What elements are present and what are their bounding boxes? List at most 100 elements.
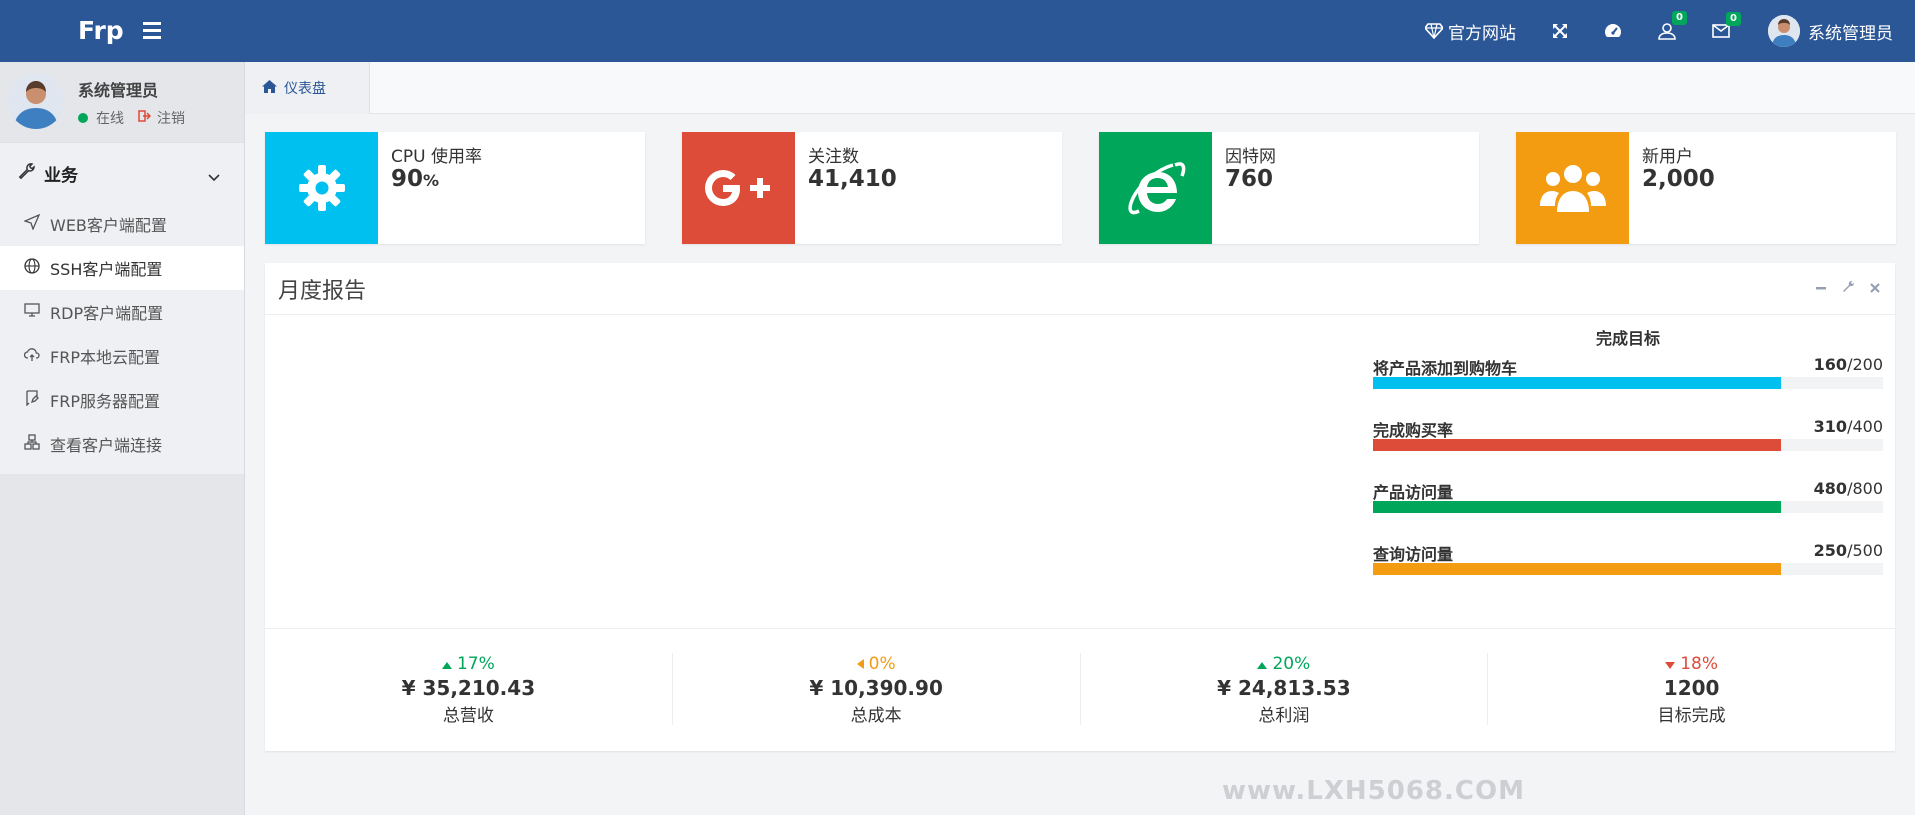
goal-progress-bar [1373, 377, 1781, 389]
sidebar-section-label: 业务 [44, 166, 78, 186]
sidebar-item-label: RDP客户端配置 [50, 304, 164, 323]
sidebar-item-frp-local-cloud[interactable]: FRP本地云配置 [0, 334, 244, 378]
users-icon [1516, 132, 1629, 244]
sidebar-menu: WEB客户端配置 SSH客户端配置 RDP客户端配置 FRP本地云配置 FRP服… [0, 202, 244, 474]
info-box-cpu: CPU 使用率 90% [265, 132, 645, 244]
goal-value: 480/800 [1813, 479, 1883, 498]
stat-label: 目标完成 [1657, 706, 1726, 726]
chevron-down-icon [208, 167, 220, 187]
status-label: 在线 [96, 111, 124, 127]
info-box-followers: 关注数 41,410 [682, 132, 1062, 244]
brand-logo[interactable]: Frp [78, 0, 124, 62]
goal-item: 查询访问量 250/500 [1373, 541, 1883, 603]
header-user-name: 系统管理员 [1808, 23, 1893, 44]
stat-label: 总利润 [1258, 706, 1310, 726]
info-box-value: 760 [1225, 166, 1274, 192]
messages-button[interactable]: 0 [1712, 12, 1741, 38]
stat-label: 总营收 [442, 706, 494, 726]
official-site-label: 官方网站 [1448, 23, 1516, 44]
diamond-icon [1425, 23, 1443, 39]
sidebar-item-ssh-client[interactable]: SSH客户端配置 [0, 246, 244, 290]
sidebar-item-rdp-client[interactable]: RDP客户端配置 [0, 290, 244, 334]
summary-stats: 17% ¥ 35,210.43 总营收 0% ¥ 10,390.90 总成本 2… [265, 653, 1895, 733]
close-icon[interactable] [1869, 279, 1881, 299]
dashboard-button[interactable] [1604, 23, 1622, 39]
goal-item: 将产品添加到购物车 160/200 [1373, 355, 1883, 417]
goal-label: 将产品添加到购物车 [1373, 359, 1518, 378]
stat-amount: ¥ 10,390.90 [809, 676, 943, 700]
tachometer-icon [1604, 23, 1622, 39]
goal-label: 查询访问量 [1373, 545, 1454, 564]
envelope-icon [1712, 24, 1730, 38]
online-status-dot [78, 113, 88, 123]
fullscreen-button[interactable] [1552, 23, 1568, 39]
stat-percent: 0% [673, 653, 1080, 675]
info-box-value: 2,000 [1642, 166, 1715, 192]
wrench-icon [18, 163, 36, 186]
goal-item: 产品访问量 480/800 [1373, 479, 1883, 541]
caret-down-icon [1665, 654, 1680, 674]
goal-completion: 完成目标 将产品添加到购物车 160/200 完成购买率 310/400 产品访… [1373, 329, 1883, 603]
user-menu[interactable]: 系统管理员 [1768, 15, 1893, 47]
tab-dashboard[interactable]: 仪表盘 [245, 62, 370, 114]
official-site-link[interactable]: 官方网站 [1425, 19, 1516, 44]
google-plus-icon [682, 132, 795, 244]
info-box-internet: 因特网 760 [1099, 132, 1479, 244]
stat-total-cost: 0% ¥ 10,390.90 总成本 [673, 653, 1081, 726]
info-box-new-users: 新用户 2,000 [1516, 132, 1896, 244]
top-navbar: Frp 官方网站 0 0 系统管理员 [0, 0, 1915, 62]
messages-badge: 0 [1726, 12, 1741, 26]
goal-progress-bar [1373, 501, 1781, 513]
sign-out-icon [138, 110, 157, 126]
gear-icon [265, 132, 378, 244]
notifications-button[interactable]: 0 [1658, 10, 1687, 40]
caret-up-icon [1257, 654, 1272, 674]
home-icon [261, 79, 284, 98]
minimize-icon[interactable] [1815, 279, 1827, 299]
goal-progress-bar [1373, 439, 1781, 451]
internet-explorer-icon [1099, 132, 1212, 244]
network-icon [24, 434, 50, 454]
goal-progress-track [1373, 563, 1883, 575]
goals-title: 完成目标 [1595, 329, 1660, 348]
send-icon [23, 213, 50, 234]
stat-total-profit: 20% ¥ 24,813.53 总利润 [1081, 653, 1489, 726]
stat-amount: 1200 [1663, 676, 1720, 700]
info-box-title: CPU 使用率 [391, 147, 482, 167]
tab-bar: 仪表盘 [245, 62, 1915, 114]
goal-progress-track [1373, 439, 1883, 451]
sidebar-item-web-client[interactable]: WEB客户端配置 [0, 202, 244, 246]
tab-label: 仪表盘 [284, 81, 326, 97]
goal-item: 完成购买率 310/400 [1373, 417, 1883, 479]
goal-value: 160/200 [1813, 355, 1883, 374]
sidebar-item-client-connections[interactable]: 查看客户端连接 [0, 422, 244, 466]
panel-title: 月度报告 [278, 279, 367, 304]
sidebar-toggle-icon[interactable] [143, 22, 161, 40]
logout-link[interactable]: 注销 [138, 108, 185, 128]
stat-label: 总成本 [850, 706, 902, 726]
logout-label: 注销 [157, 111, 185, 127]
sidebar-item-label: FRP服务器配置 [50, 392, 160, 411]
avatar [1768, 15, 1800, 47]
info-box-value: 41,410 [808, 166, 897, 192]
stat-amount: ¥ 24,813.53 [1217, 676, 1351, 700]
monitor-icon [24, 302, 50, 322]
sidebar-item-frp-server[interactable]: FRP服务器配置 [0, 378, 244, 422]
watermark: www.LXH5068.COM [1222, 776, 1525, 806]
wrench-icon[interactable] [1841, 279, 1855, 299]
bookmark-edit-icon [24, 390, 50, 410]
info-box-title: 关注数 [808, 147, 859, 167]
monthly-report-panel: 月度报告 完成目标 将产品添加到购物车 160/200 完成购买率 310/40… [265, 263, 1895, 751]
goal-progress-bar [1373, 563, 1781, 575]
sidebar: 系统管理员 在线 注销 业务 WEB客户端配置 SSH客户端配置 RDP客户端配… [0, 62, 245, 815]
globe-icon [24, 258, 50, 278]
sidebar-section-business[interactable]: 业务 [0, 142, 244, 202]
stat-amount: ¥ 35,210.43 [401, 676, 536, 700]
sidebar-item-label: SSH客户端配置 [50, 260, 163, 279]
user-panel: 系统管理员 在线 注销 [0, 62, 244, 142]
sidebar-item-label: 查看客户端连接 [50, 436, 163, 455]
user-alert-icon [1658, 22, 1676, 40]
stat-percent: 18% [1488, 653, 1895, 675]
info-box-title: 因特网 [1225, 147, 1276, 167]
goal-progress-track [1373, 501, 1883, 513]
